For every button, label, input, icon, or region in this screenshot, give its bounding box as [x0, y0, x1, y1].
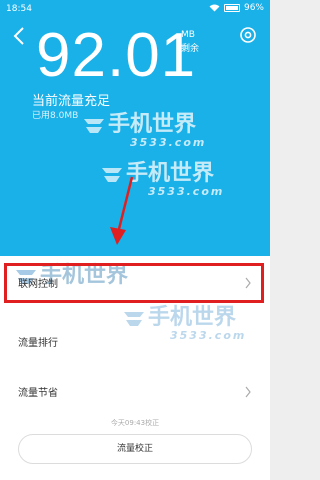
battery-level: 96%: [243, 3, 264, 13]
list-item-data-saving[interactable]: 流量节省: [0, 372, 270, 412]
wifi-icon: [209, 4, 220, 12]
watermark-mark-icon: [84, 119, 104, 133]
watermark-text: 手机世界: [148, 305, 237, 330]
data-status-title: 当前流量充足: [32, 94, 111, 109]
watermark-domain: 3533.com: [148, 185, 225, 198]
data-unit: MB: [181, 30, 195, 40]
calibration-timestamp: 今天09:43校正: [110, 419, 160, 427]
watermark-domain: 3533.com: [130, 136, 207, 149]
list-item-network-control[interactable]: 联网控制: [0, 263, 270, 303]
back-icon[interactable]: [10, 24, 30, 48]
red-arrow-annotation: [110, 176, 134, 245]
data-used-text: 已用8.0MB: [32, 111, 79, 121]
battery-icon: [223, 4, 240, 12]
list-item-label: 联网控制: [18, 279, 58, 290]
settings-icon[interactable]: [238, 25, 258, 45]
watermark-domain: 3533.com: [170, 329, 247, 342]
list-item-label: 流量节省: [18, 388, 58, 399]
chevron-right-icon: [245, 277, 251, 289]
watermark-logo: 手机世界 3533.com: [102, 161, 225, 198]
remaining-label: 剩余: [181, 44, 200, 54]
status-icons: 96%: [209, 3, 264, 13]
status-bar: 18:54 96%: [0, 0, 270, 18]
watermark-logo: 手机世界 3533.com: [124, 305, 247, 342]
calibrate-button[interactable]: 流量校正: [18, 434, 252, 464]
remaining-data-value: 92.01: [36, 21, 197, 90]
watermark-logo: 手机世界 3533.com: [84, 112, 207, 149]
watermark-mark-icon: [124, 312, 144, 326]
watermark-text: 手机世界: [108, 112, 197, 137]
watermark-text: 手机世界: [126, 161, 215, 186]
status-time: 18:54: [6, 4, 32, 14]
chevron-right-icon: [245, 386, 251, 398]
header-panel: 18:54 96% 92.01 MB 剩余 当前流量充足 已用8.0MB 手机世…: [0, 0, 270, 256]
list-item-label: 流量排行: [18, 338, 58, 349]
